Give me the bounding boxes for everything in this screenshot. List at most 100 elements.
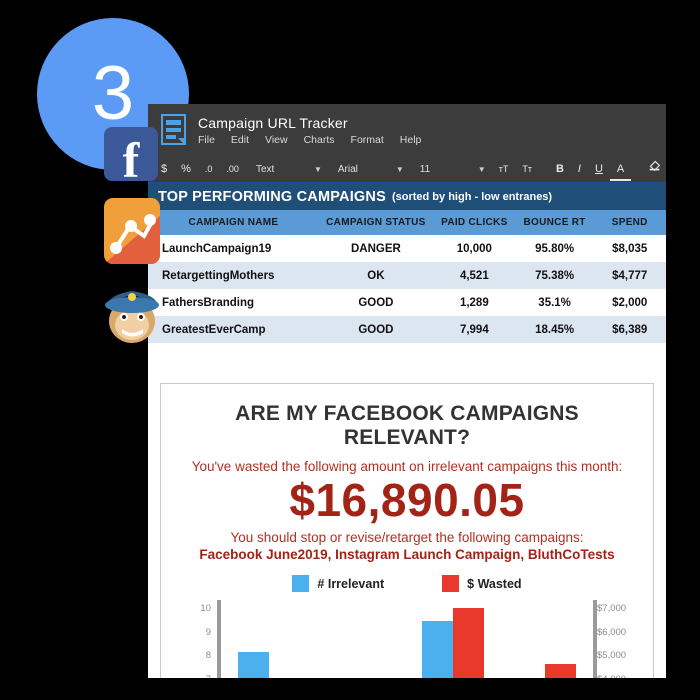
table-row[interactable]: RetargettingMothers OK 4,521 75.38% $4,7… (148, 262, 666, 289)
decrease-decimal-button[interactable]: .0 (198, 156, 220, 182)
legend-swatch-wasted (442, 575, 460, 593)
chevron-down-icon: ▼ (313, 164, 322, 174)
left-axis-tick: 9 (205, 626, 211, 638)
bar-wasted[interactable] (545, 664, 576, 678)
column-header-campaign-name[interactable]: CAMPAIGN NAME (148, 210, 319, 235)
bold-button[interactable]: B (549, 156, 571, 182)
formatting-toolbar: $ % .0 .00 Text ▼ Arial ▼ 11 ▼ тT Tт B I (148, 156, 666, 184)
screenshot-root: 3 f Campaign URL Tracker File Edit View … (0, 0, 700, 700)
increase-font-size-button[interactable]: тT (492, 156, 516, 182)
left-axis-tick: 8 (205, 650, 211, 662)
right-axis-tick: $5,000 (597, 650, 627, 662)
campaign-bar-chart: 109876$7,000$6,000$5,000$4,000$3,000 (171, 600, 643, 678)
legend-label-wasted: $ Wasted (467, 576, 522, 591)
font-size-select[interactable]: 11 ▼ (420, 164, 492, 175)
chart-bar-group (223, 600, 315, 678)
document-icon (161, 114, 186, 145)
chart-bar-group (499, 600, 591, 678)
decrease-font-size-button[interactable]: Tт (515, 156, 539, 182)
sheet-banner: TOP PERFORMING CAMPAIGNS (sorted by high… (148, 184, 666, 210)
font-family-select[interactable]: Arial ▼ (338, 164, 410, 175)
underline-button[interactable]: U (588, 156, 610, 182)
column-header-spend[interactable]: SPEND (593, 210, 666, 235)
text-color-button[interactable]: A (609, 159, 632, 181)
cell-campaign-name: LaunchCampaign19 (162, 242, 272, 255)
menu-item-format[interactable]: Format (351, 134, 384, 146)
spreadsheet-window: Campaign URL Tracker File Edit View Char… (148, 104, 666, 678)
column-header-bounce-rt[interactable]: BOUNCE RT (515, 210, 594, 235)
legend-item-irrelevant[interactable]: # Irrelevant (292, 575, 384, 593)
google-analytics-icon (104, 198, 160, 264)
mailchimp-logo (100, 283, 164, 345)
chart-bar-group (407, 600, 499, 678)
table-row[interactable]: FathersBranding GOOD 1,289 35.1% $2,000 (148, 289, 666, 316)
cell-campaign-name: RetargettingMothers (148, 262, 319, 289)
menu-item-edit[interactable]: Edit (231, 134, 249, 146)
panel-heading: ARE MY FACEBOOK CAMPAIGNS RELEVANT? (235, 402, 579, 449)
fill-color-icon[interactable] (641, 156, 666, 182)
campaigns-table: CAMPAIGN NAME CAMPAIGN STATUS PAID CLICK… (148, 210, 666, 343)
chart-bars (223, 600, 591, 678)
cell-bounce-rt: 75.38% (515, 262, 594, 289)
sheet-banner-subtitle: (sorted by high - low entranes) (391, 191, 553, 203)
number-format-value: Text (255, 163, 275, 175)
right-axis-tick: $4,000 (597, 674, 643, 678)
chevron-down-icon: ▼ (395, 164, 404, 174)
cell-paid-clicks: 4,521 (432, 262, 516, 289)
font-size-value: 11 (419, 163, 431, 175)
chart-bar-group (315, 600, 407, 678)
cell-bounce-rt: 18.45% (515, 316, 594, 343)
cell-spend: $4,777 (593, 262, 666, 289)
cell-campaign-name: FathersBranding (162, 296, 255, 309)
bar-wasted[interactable] (453, 608, 484, 678)
legend-item-wasted[interactable]: $ Wasted (442, 575, 522, 593)
right-axis-tick: $7,000 (597, 603, 627, 615)
menu-item-file[interactable]: File (198, 134, 215, 146)
number-format-select[interactable]: Text ▼ (256, 164, 328, 175)
window-titlebar: Campaign URL Tracker File Edit View Char… (148, 104, 666, 156)
menu-item-help[interactable]: Help (400, 134, 422, 146)
bar-irrelevant[interactable] (422, 620, 453, 678)
menu-item-view[interactable]: View (265, 134, 288, 146)
percent-format-button[interactable]: % (174, 156, 198, 182)
legend-swatch-irrelevant (292, 575, 310, 593)
mailchimp-monkey-icon (105, 291, 159, 343)
cell-status: GOOD (358, 296, 394, 309)
menu-bar: File Edit View Charts Format Help (198, 134, 421, 146)
column-header-paid-clicks[interactable]: PAID CLICKS (432, 210, 516, 235)
sheet-banner-title: TOP PERFORMING CAMPAIGNS (158, 189, 386, 205)
chart-legend: # Irrelevant $ Wasted (171, 575, 643, 593)
facebook-logo: f (104, 127, 158, 181)
cell-paid-clicks: 7,994 (432, 316, 516, 343)
chevron-down-icon: ▼ (477, 164, 486, 174)
font-family-value: Arial (337, 163, 358, 175)
italic-button[interactable]: I (571, 156, 588, 182)
cell-bounce-rt: 95.80% (535, 242, 575, 255)
increase-decimal-button[interactable]: .00 (219, 156, 246, 182)
cell-spend: $6,389 (593, 316, 666, 343)
column-header-campaign-status[interactable]: CAMPAIGN STATUS (318, 210, 433, 235)
table-row[interactable]: GreatestEverCamp GOOD 7,994 18.45% $6,38… (148, 316, 666, 343)
cell-paid-clicks: 10,000 (456, 242, 492, 255)
cell-bounce-rt: 35.1% (538, 296, 571, 309)
window-title: Campaign URL Tracker (198, 114, 348, 131)
panel-campaign-list: Facebook June2019, Instagram Launch Camp… (199, 547, 615, 563)
facebook-logo-glyph: f (122, 132, 140, 181)
panel-subtext-wasted: You've wasted the following amount on ir… (191, 459, 623, 474)
left-axis-tick: 7 (171, 674, 211, 678)
cell-status: OK (318, 262, 433, 289)
google-analytics-logo (104, 198, 160, 264)
table-header-row: CAMPAIGN NAME CAMPAIGN STATUS PAID CLICK… (148, 210, 666, 235)
bar-irrelevant[interactable] (238, 651, 269, 678)
cell-status: GOOD (318, 316, 433, 343)
right-axis-tick: $6,000 (597, 626, 627, 638)
cell-status: DANGER (350, 242, 401, 255)
left-axis-line (217, 600, 221, 678)
panel-wasted-amount: $16,890.05 (289, 474, 525, 526)
cell-campaign-name: GreatestEverCamp (148, 316, 319, 343)
left-axis-tick: 10 (200, 603, 211, 615)
cell-paid-clicks: 1,289 (459, 296, 489, 309)
table-row[interactable]: LaunchCampaign19 DANGER 10,000 95.80% $8… (148, 235, 666, 262)
menu-item-charts[interactable]: Charts (304, 134, 335, 146)
cell-spend: $8,035 (612, 242, 648, 255)
